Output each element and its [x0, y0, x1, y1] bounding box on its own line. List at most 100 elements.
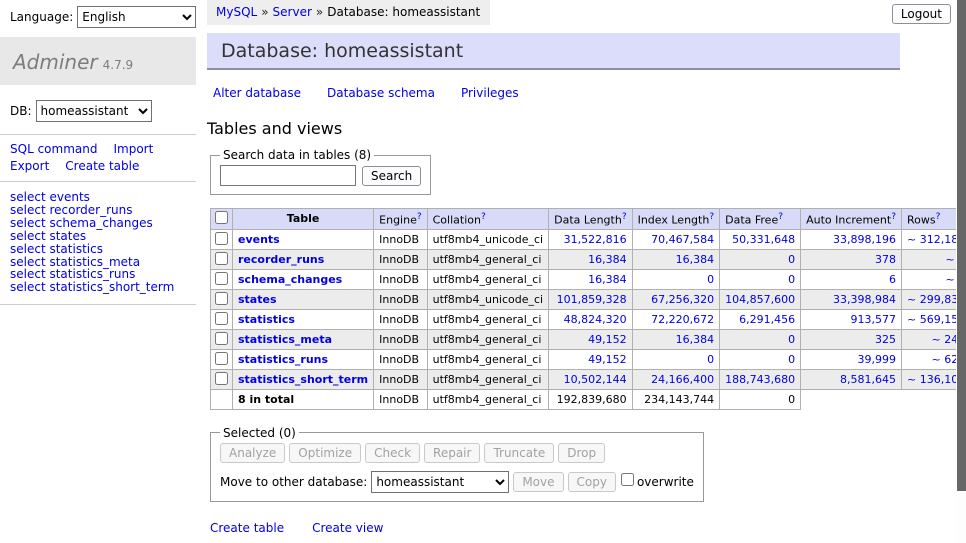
db-select[interactable]: homeassistant	[36, 100, 152, 122]
move-database-select[interactable]: homeassistant	[371, 471, 509, 493]
sidebar-item-select-statistics[interactable]: select statistics	[10, 243, 196, 256]
table-link[interactable]: schema_changes	[238, 273, 342, 286]
collation-help-link[interactable]: ?	[481, 212, 486, 222]
auto-increment-link[interactable]: 378	[875, 253, 896, 266]
data-length-link[interactable]: 31,522,816	[564, 233, 627, 246]
logout-button[interactable]: Logout	[892, 4, 951, 24]
row-checkbox[interactable]	[215, 312, 228, 325]
auto-increment-link[interactable]: 33,898,196	[833, 233, 896, 246]
total-data-free: 0	[720, 389, 801, 409]
data-length-link[interactable]: 49,152	[588, 353, 627, 366]
sidebar-item-select-statistics-short-term[interactable]: select statistics_short_term	[10, 281, 196, 294]
table-link[interactable]: statistics	[238, 313, 295, 326]
auto-increment-link[interactable]: 913,577	[851, 313, 897, 326]
data-free-link[interactable]: 104,857,600	[725, 293, 795, 306]
drop-button[interactable]: Drop	[558, 443, 605, 463]
repair-button[interactable]: Repair	[424, 443, 480, 463]
index-length-link[interactable]: 24,166,400	[651, 373, 714, 386]
index-length-link[interactable]: 72,220,672	[651, 313, 714, 326]
row-checkbox[interactable]	[215, 332, 228, 345]
create-view-link[interactable]: Create view	[312, 521, 383, 535]
data-free-help-link[interactable]: ?	[778, 212, 783, 222]
language-select[interactable]: English	[77, 6, 196, 28]
breadcrumb-server-link[interactable]: Server	[273, 5, 312, 19]
auto-increment-help-link[interactable]: ?	[891, 212, 896, 222]
alter-database-link[interactable]: Alter database	[213, 86, 301, 100]
table-link[interactable]: statistics_meta	[238, 333, 332, 346]
data-length-link[interactable]: 101,859,328	[557, 293, 627, 306]
copy-button[interactable]: Copy	[568, 472, 616, 492]
index-length-link[interactable]: 16,384	[676, 253, 715, 266]
index-length-link[interactable]: 67,256,320	[651, 293, 714, 306]
data-length-link[interactable]: 48,824,320	[564, 313, 627, 326]
data-length-link[interactable]: 49,152	[588, 333, 627, 346]
data-free-link[interactable]: 188,743,680	[725, 373, 795, 386]
rows-help-link[interactable]: ?	[936, 212, 941, 222]
row-checkbox[interactable]	[215, 252, 228, 265]
search-button[interactable]: Search	[362, 166, 421, 186]
select-all-checkbox[interactable]	[215, 211, 228, 224]
index-length-help-link[interactable]: ?	[709, 212, 714, 222]
sidebar-item-select-states[interactable]: select states	[10, 230, 196, 243]
auto-increment-link[interactable]: 39,999	[858, 353, 897, 366]
data-length-help-link[interactable]: ?	[622, 212, 627, 222]
row-checkbox[interactable]	[215, 292, 228, 305]
sidebar-item-select-schema-changes[interactable]: select schema_changes	[10, 217, 196, 230]
table-link[interactable]: states	[238, 293, 277, 306]
data-free-link[interactable]: 0	[788, 273, 795, 286]
check-button[interactable]: Check	[365, 443, 420, 463]
create-table-link[interactable]: Create table	[210, 521, 284, 535]
sidebar-item-select-recorder-runs[interactable]: select recorder_runs	[10, 204, 196, 217]
auto-increment-link[interactable]: 325	[875, 333, 896, 346]
auto-increment-link[interactable]: 33,398,984	[833, 293, 896, 306]
engine-cell: InnoDB	[374, 229, 427, 249]
privileges-link[interactable]: Privileges	[461, 86, 519, 100]
auto-increment-link[interactable]: 8,581,645	[840, 373, 896, 386]
overwrite-label: overwrite	[637, 475, 694, 489]
tables-grid: Table Engine? Collation? Data Length? In…	[210, 208, 966, 410]
search-input[interactable]	[220, 165, 356, 186]
sidebar-link-create-table[interactable]: Create table	[65, 159, 139, 173]
sidebar-link-import[interactable]: Import	[113, 142, 153, 156]
table-link[interactable]: events	[238, 233, 280, 246]
scrollbar-thumb[interactable]	[957, 0, 966, 491]
data-free-link[interactable]: 50,331,648	[732, 233, 795, 246]
table-link[interactable]: statistics_short_term	[238, 373, 368, 386]
row-checkbox[interactable]	[215, 232, 228, 245]
row-checkbox[interactable]	[215, 372, 228, 385]
table-link[interactable]: statistics_runs	[238, 353, 328, 366]
main-content: MySQL»Server»Database: homeassistant Dat…	[207, 0, 900, 543]
database-schema-link[interactable]: Database schema	[327, 86, 435, 100]
row-checkbox[interactable]	[215, 352, 228, 365]
optimize-button[interactable]: Optimize	[289, 443, 361, 463]
collation-cell: utf8mb4_unicode_ci	[427, 229, 548, 249]
collation-cell: utf8mb4_general_ci	[427, 329, 548, 349]
table-link[interactable]: recorder_runs	[238, 253, 324, 266]
truncate-button[interactable]: Truncate	[484, 443, 554, 463]
data-free-link[interactable]: 0	[788, 333, 795, 346]
engine-help-link[interactable]: ?	[417, 212, 422, 222]
analyze-button[interactable]: Analyze	[220, 443, 285, 463]
breadcrumb-mysql-link[interactable]: MySQL	[216, 5, 257, 19]
data-free-link[interactable]: 6,291,456	[739, 313, 795, 326]
index-length-link[interactable]: 16,384	[676, 333, 715, 346]
index-length-link[interactable]: 70,467,584	[651, 233, 714, 246]
sidebar-item-select-events[interactable]: select events	[10, 191, 196, 204]
data-length-link[interactable]: 16,384	[588, 253, 627, 266]
move-button[interactable]: Move	[513, 472, 563, 492]
sidebar-link-export[interactable]: Export	[10, 159, 49, 173]
data-free-link[interactable]: 0	[788, 253, 795, 266]
auto-increment-link[interactable]: 6	[889, 273, 896, 286]
search-fieldset: Search data in tables (8) Search	[210, 148, 431, 195]
overwrite-checkbox[interactable]	[621, 473, 634, 486]
index-length-link[interactable]: 0	[707, 273, 714, 286]
row-checkbox[interactable]	[215, 272, 228, 285]
engine-cell: InnoDB	[374, 369, 427, 389]
table-row-schema-changes: schema_changes InnoDB utf8mb4_general_ci…	[211, 269, 966, 289]
data-free-link[interactable]: 0	[788, 353, 795, 366]
data-length-link[interactable]: 16,384	[588, 273, 627, 286]
index-length-link[interactable]: 0	[707, 353, 714, 366]
col-table: Table	[233, 209, 374, 230]
data-length-link[interactable]: 10,502,144	[564, 373, 627, 386]
sidebar-link-sql-command[interactable]: SQL command	[10, 142, 97, 156]
